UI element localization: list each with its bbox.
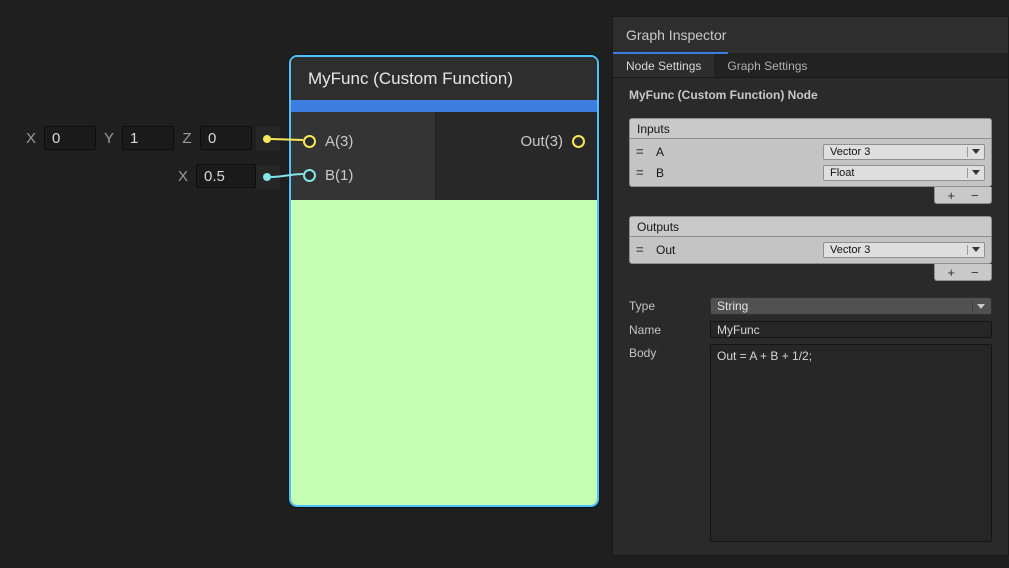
vector3-y-label: Y bbox=[96, 130, 122, 147]
node-port-area: A(3) B(1) Out(3) bbox=[291, 112, 597, 200]
output-port-out[interactable]: Out(3) bbox=[436, 128, 597, 154]
remove-output-button[interactable]: − bbox=[971, 266, 979, 279]
dropdown-arrow-icon bbox=[977, 304, 985, 309]
port-a-label: A(3) bbox=[325, 133, 353, 150]
dropdown-separator bbox=[967, 168, 968, 178]
node-title: MyFunc (Custom Function) bbox=[308, 69, 513, 89]
inspector-title-bar[interactable]: Graph Inspector bbox=[613, 17, 1008, 54]
outputs-list: Outputs = Out Vector 3 bbox=[629, 216, 992, 264]
type-dropdown[interactable]: String bbox=[710, 297, 992, 315]
inspector-tab-bar: Node Settings Graph Settings bbox=[613, 54, 1008, 78]
input-a-type-value: Vector 3 bbox=[830, 146, 870, 158]
float-x-field[interactable]: 0.5 bbox=[196, 164, 256, 188]
dropdown-arrow-icon bbox=[972, 149, 980, 154]
tab-graph-settings[interactable]: Graph Settings bbox=[714, 54, 820, 77]
vector3-z-field[interactable]: 0 bbox=[200, 126, 252, 150]
inputs-list-body: = A Vector 3 = B Float bbox=[629, 138, 992, 187]
input-port-a[interactable]: A(3) bbox=[291, 128, 435, 154]
input-port-b[interactable]: B(1) bbox=[291, 162, 435, 188]
body-field-row: Body Out = A + B + 1/2; bbox=[629, 344, 992, 542]
input-row-name: B bbox=[656, 166, 823, 180]
input-b-type-dropdown[interactable]: Float bbox=[823, 165, 985, 181]
vector3-input-widget: X 0 Y 1 Z 0 bbox=[18, 125, 252, 151]
vector3-y-field[interactable]: 1 bbox=[122, 126, 174, 150]
outputs-list-body: = Out Vector 3 bbox=[629, 236, 992, 264]
tab-node-settings[interactable]: Node Settings bbox=[613, 54, 714, 77]
output-ports-area: Out(3) bbox=[436, 112, 597, 200]
dropdown-arrow-icon bbox=[972, 170, 980, 175]
output-row-name: Out bbox=[656, 243, 823, 257]
dropdown-separator bbox=[967, 245, 968, 255]
list-item[interactable]: = A Vector 3 bbox=[630, 141, 991, 162]
inputs-list-header: Inputs bbox=[629, 118, 992, 138]
type-label: Type bbox=[629, 299, 710, 313]
name-field-row: Name MyFunc bbox=[629, 321, 992, 338]
inputs-list: Inputs = A Vector 3 = B Float bbox=[629, 118, 992, 187]
vector3-x-field[interactable]: 0 bbox=[44, 126, 96, 150]
input-ports-area: A(3) B(1) bbox=[291, 112, 436, 200]
vector3-connector-box bbox=[256, 127, 280, 151]
float-x-label: X bbox=[170, 168, 196, 185]
node-color-strip bbox=[291, 100, 597, 112]
type-field-row: Type String bbox=[629, 297, 992, 315]
node-settings-heading: MyFunc (Custom Function) Node bbox=[629, 88, 992, 102]
float-connector-box bbox=[256, 165, 280, 189]
port-out-label: Out(3) bbox=[520, 133, 563, 150]
input-row-name: A bbox=[656, 145, 823, 159]
type-value: String bbox=[717, 299, 748, 313]
inputs-list-title: Inputs bbox=[637, 122, 670, 136]
outputs-list-header: Outputs bbox=[629, 216, 992, 236]
active-tab-indicator bbox=[613, 52, 728, 54]
add-output-button[interactable]: + bbox=[947, 266, 955, 279]
port-b-label: B(1) bbox=[325, 167, 353, 184]
vector3-x-label: X bbox=[18, 130, 44, 147]
vector3-z-label: Z bbox=[174, 130, 200, 147]
add-input-button[interactable]: + bbox=[947, 189, 955, 202]
remove-input-button[interactable]: − bbox=[971, 189, 979, 202]
body-label: Body bbox=[629, 346, 710, 360]
float-input-widget: X 0.5 bbox=[170, 163, 256, 189]
node-header[interactable]: MyFunc (Custom Function) bbox=[291, 57, 597, 100]
dropdown-separator bbox=[967, 147, 968, 157]
name-label: Name bbox=[629, 323, 710, 337]
port-a-connector-icon[interactable] bbox=[303, 135, 316, 148]
output-out-type-dropdown[interactable]: Vector 3 bbox=[823, 242, 985, 258]
drag-handle-icon[interactable]: = bbox=[636, 145, 650, 158]
drag-handle-icon[interactable]: = bbox=[636, 243, 650, 256]
dropdown-arrow-icon bbox=[972, 247, 980, 252]
drag-handle-icon[interactable]: = bbox=[636, 166, 650, 179]
body-textarea[interactable]: Out = A + B + 1/2; bbox=[710, 344, 992, 542]
port-out-connector-icon[interactable] bbox=[572, 135, 585, 148]
graph-inspector-panel: Graph Inspector Node Settings Graph Sett… bbox=[612, 16, 1009, 556]
dropdown-separator bbox=[972, 301, 973, 311]
node-preview-surface bbox=[291, 200, 597, 505]
outputs-list-footer: + − bbox=[934, 264, 992, 281]
port-b-connector-icon[interactable] bbox=[303, 169, 316, 182]
input-b-type-value: Float bbox=[830, 167, 854, 179]
outputs-list-title: Outputs bbox=[637, 220, 679, 234]
inspector-title: Graph Inspector bbox=[626, 27, 726, 43]
input-a-type-dropdown[interactable]: Vector 3 bbox=[823, 144, 985, 160]
list-item[interactable]: = B Float bbox=[630, 162, 991, 183]
output-out-type-value: Vector 3 bbox=[830, 244, 870, 256]
inputs-list-footer: + − bbox=[934, 187, 992, 204]
custom-function-node[interactable]: MyFunc (Custom Function) A(3) B(1) Out(3… bbox=[289, 55, 599, 507]
name-input[interactable]: MyFunc bbox=[710, 321, 992, 338]
list-item[interactable]: = Out Vector 3 bbox=[630, 239, 991, 260]
